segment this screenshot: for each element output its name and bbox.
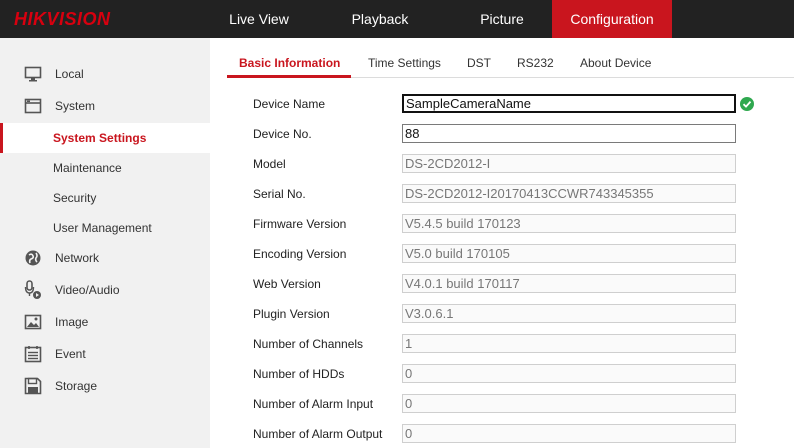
image-icon — [24, 313, 42, 331]
sidebar-item-security[interactable]: Security — [0, 183, 210, 213]
microphone-video-icon — [24, 280, 42, 299]
nav-playback[interactable]: Playback — [308, 0, 452, 38]
firmware-version-field — [402, 214, 736, 233]
encoding-version-label: Encoding Version — [253, 247, 347, 261]
form-row-channels: Number of Channels — [253, 334, 753, 354]
form-row-web-version: Web Version — [253, 274, 753, 294]
sidebar-item-label: Maintenance — [53, 161, 122, 175]
sidebar-item-label: Storage — [55, 379, 98, 393]
sidebar-item-local[interactable]: Local — [0, 59, 210, 89]
serial-no-field — [402, 184, 736, 203]
nav-configuration[interactable]: Configuration — [552, 0, 672, 38]
form-row-encoding-version: Encoding Version — [253, 244, 753, 264]
model-label: Model — [253, 157, 286, 171]
valid-check-icon — [740, 97, 754, 111]
channels-label: Number of Channels — [253, 337, 364, 351]
hdds-label: Number of HDDs — [253, 367, 345, 381]
tab-basic-information[interactable]: Basic Information — [239, 56, 340, 70]
main-nav: Live View Playback Picture Configuration — [210, 0, 672, 38]
plugin-version-field — [402, 304, 736, 323]
form-row-device-no: Device No. — [253, 124, 753, 144]
channels-field — [402, 334, 736, 353]
form-row-firmware-version: Firmware Version — [253, 214, 753, 234]
hikvision-logo: HIKVISION — [14, 9, 111, 29]
sidebar-item-user-management[interactable]: User Management — [0, 213, 210, 243]
serial-no-label: Serial No. — [253, 187, 306, 201]
sidebar-item-label: Event — [55, 347, 86, 361]
hdds-field — [402, 364, 736, 383]
sidebar: Local System System Settings Maintenance… — [0, 38, 210, 448]
form-row-alarm-input: Number of Alarm Input — [253, 394, 753, 414]
top-bar: HIKVISION Live View Playback Picture Con… — [0, 0, 794, 38]
globe-icon — [24, 249, 42, 267]
sidebar-item-system-settings[interactable]: System Settings — [0, 123, 210, 153]
firmware-version-label: Firmware Version — [253, 217, 347, 231]
model-field — [402, 154, 736, 173]
sidebar-item-label: Video/Audio — [55, 283, 120, 297]
tab-about-device[interactable]: About Device — [580, 56, 651, 70]
form-row-model: Model — [253, 154, 753, 174]
nav-picture[interactable]: Picture — [452, 0, 552, 38]
alarm-input-field — [402, 394, 736, 413]
sidebar-item-system[interactable]: System — [0, 91, 210, 121]
form-row-device-name: Device Name — [253, 94, 754, 114]
sidebar-item-label: Security — [53, 191, 97, 205]
device-name-label: Device Name — [253, 97, 326, 111]
form-row-serial-no: Serial No. — [253, 184, 753, 204]
alarm-output-field — [402, 424, 736, 443]
form-row-hdds: Number of HDDs — [253, 364, 753, 384]
sidebar-item-label: User Management — [53, 221, 152, 235]
sidebar-item-label: Image — [55, 315, 89, 329]
sidebar-item-network[interactable]: Network — [0, 243, 210, 273]
sidebar-item-maintenance[interactable]: Maintenance — [0, 153, 210, 183]
tab-dst[interactable]: DST — [467, 56, 491, 70]
monitor-icon — [24, 65, 42, 83]
sidebar-item-label: System Settings — [53, 131, 147, 145]
tab-rs232[interactable]: RS232 — [517, 56, 554, 70]
sidebar-item-image[interactable]: Image — [0, 307, 210, 337]
device-no-label: Device No. — [253, 127, 312, 141]
active-tab-indicator — [227, 75, 351, 78]
sidebar-item-video-audio[interactable]: Video/Audio — [0, 275, 210, 305]
sidebar-item-storage[interactable]: Storage — [0, 371, 210, 401]
sidebar-item-event[interactable]: Event — [0, 339, 210, 369]
floppy-disk-icon — [24, 377, 42, 395]
settings-tabs: Basic Information Time Settings DST RS23… — [227, 48, 794, 78]
encoding-version-field — [402, 244, 736, 263]
sidebar-item-label: Local — [55, 67, 84, 81]
event-list-icon — [24, 345, 42, 363]
sidebar-item-label: System — [55, 99, 96, 113]
tab-time-settings[interactable]: Time Settings — [368, 56, 441, 70]
form-row-plugin-version: Plugin Version — [253, 304, 753, 324]
sidebar-item-label: Network — [55, 251, 100, 265]
device-no-input[interactable] — [402, 124, 736, 143]
plugin-version-label: Plugin Version — [253, 307, 330, 321]
web-version-label: Web Version — [253, 277, 321, 291]
alarm-input-label: Number of Alarm Input — [253, 397, 374, 411]
system-window-icon — [24, 97, 42, 115]
device-name-input[interactable] — [402, 94, 736, 113]
nav-live-view[interactable]: Live View — [210, 0, 308, 38]
form-row-alarm-output: Number of Alarm Output — [253, 424, 753, 444]
alarm-output-label: Number of Alarm Output — [253, 427, 383, 441]
web-version-field — [402, 274, 736, 293]
